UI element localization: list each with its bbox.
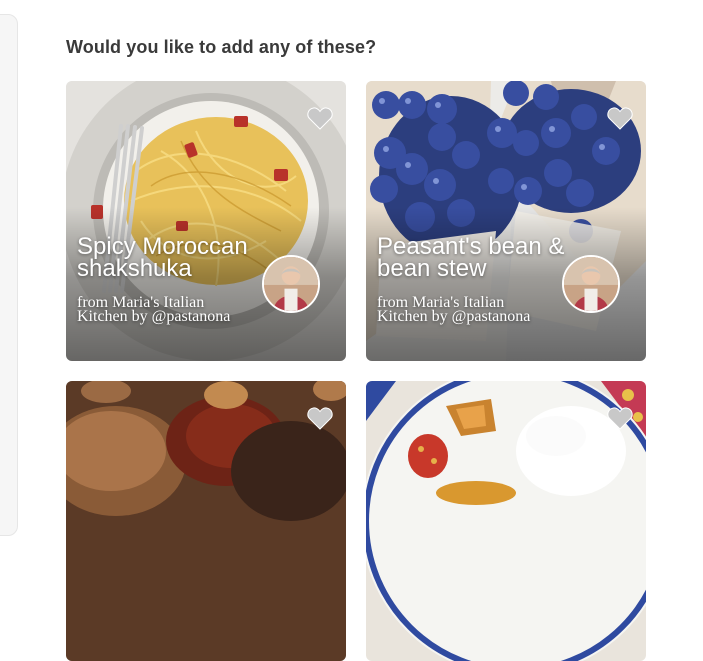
avatar — [562, 255, 620, 313]
avatar — [262, 255, 320, 313]
section-heading: Would you like to add any of these? — [66, 37, 377, 57]
recipe-card[interactable]: Peasant's bean & bean stew from Maria's … — [366, 81, 646, 361]
recipe-card[interactable] — [366, 381, 646, 661]
recipe-card[interactable]: Spicy Moroccan shakshuka from Maria's It… — [66, 81, 346, 361]
heart-icon[interactable] — [307, 406, 333, 430]
recipe-card[interactable] — [66, 381, 346, 661]
recipe-title: Peasant's bean & bean stew — [377, 233, 565, 282]
recipe-source: from Maria's Italian Kitchen by @pastano… — [377, 294, 531, 325]
left-panel — [0, 14, 18, 536]
recipe-image — [66, 381, 346, 661]
heart-icon[interactable] — [307, 106, 333, 130]
recipe-image — [366, 381, 646, 661]
recipe-title: Spicy Moroccan shakshuka — [77, 233, 248, 282]
heart-icon[interactable] — [607, 406, 633, 430]
recipe-source: from Maria's Italian Kitchen by @pastano… — [77, 294, 231, 325]
heart-icon[interactable] — [607, 106, 633, 130]
